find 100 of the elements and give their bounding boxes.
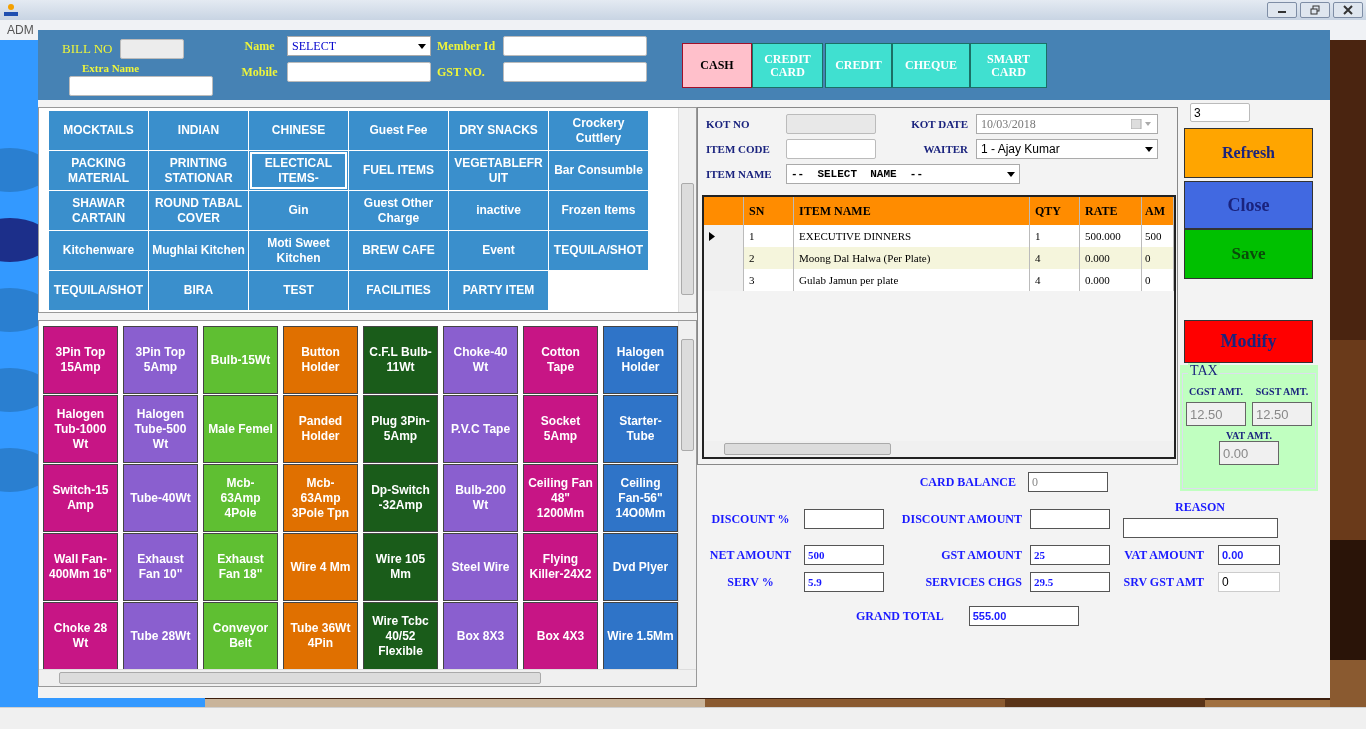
kot-date-label: KOT DATE <box>910 118 969 130</box>
item-tile[interactable]: Starter-Tube <box>603 395 678 463</box>
serv-percent-field[interactable]: 5.9 <box>804 572 884 592</box>
menu-item[interactable]: ADM <box>7 23 34 37</box>
gst-amount-field[interactable]: 25 <box>1030 545 1110 565</box>
item-tile[interactable]: Dvd Plyer <box>603 533 678 601</box>
category-tile[interactable]: Frozen Items <box>549 191 648 230</box>
services-chgs-field[interactable]: 29.5 <box>1030 572 1110 592</box>
item-tile[interactable]: Bulb-200 Wt <box>443 464 518 532</box>
item-tile[interactable]: Wire 4 Mm <box>283 533 358 601</box>
item-name-label: ITEM NAME <box>706 168 773 180</box>
item-tile[interactable]: Button Holder <box>283 326 358 394</box>
waiter-label: WAITER <box>922 143 969 155</box>
item-tile[interactable]: Wire 1.5Mm <box>603 602 678 669</box>
category-tile[interactable]: TEQUILA/SHOT <box>549 231 648 270</box>
item-tile[interactable]: Box 8X3 <box>443 602 518 669</box>
calendar-icon <box>1131 119 1153 129</box>
item-tile[interactable]: Box 4X3 <box>523 602 598 669</box>
discount-amount-label: DISCOUNT AMOUNT <box>900 511 1023 527</box>
services-chgs-label: SERVICES CHGS <box>924 574 1023 590</box>
category-tile[interactable]: FACILITIES <box>349 271 448 310</box>
gst-no-field[interactable] <box>503 62 647 82</box>
item-tile[interactable]: Flying Killer-24X2 <box>523 533 598 601</box>
scrollbar[interactable] <box>39 669 696 686</box>
item-tile[interactable]: Mcb-63Amp 4Pole <box>203 464 278 532</box>
item-tile[interactable]: Socket 5Amp <box>523 395 598 463</box>
item-tile[interactable]: Halogen Holder <box>603 326 678 394</box>
item-tile[interactable]: Dp-Switch -32Amp <box>363 464 438 532</box>
reason-field[interactable] <box>1122 518 1278 538</box>
current-row-icon <box>709 231 715 241</box>
item-tile[interactable]: C.F.L Bulb-11Wt <box>363 326 438 394</box>
item-code-field[interactable] <box>786 139 876 159</box>
category-tile[interactable]: Guest Other Charge <box>349 191 448 230</box>
close-button[interactable]: Close <box>1184 181 1313 229</box>
scrollbar[interactable] <box>678 321 696 669</box>
item-tile[interactable]: Bulb-15Wt <box>203 326 278 394</box>
caret-icon <box>1145 146 1153 152</box>
item-tile[interactable]: Mcb-63Amp 3Pole Tpn <box>283 464 358 532</box>
category-tile[interactable]: VEGETABLEFRUIT <box>449 151 548 190</box>
caret-icon <box>1007 171 1015 177</box>
item-tile[interactable]: Tube 36Wt 4Pin <box>283 602 358 669</box>
save-button[interactable]: Save <box>1184 229 1313 279</box>
vat-label: VAT AMT. <box>1226 430 1272 441</box>
grand-total-label: GRAND TOTAL <box>856 608 944 624</box>
category-tile[interactable]: Guest Fee <box>349 111 448 150</box>
item-tile[interactable]: Exhaust Fan 18" <box>203 533 278 601</box>
category-tile[interactable]: Moti Sweet Kitchen <box>249 231 348 270</box>
item-name-dropdown[interactable]: -- SELECT NAME -- <box>786 164 1020 184</box>
srv-gst-amt-field[interactable]: 0 <box>1218 572 1280 592</box>
mobile-field[interactable] <box>287 62 431 82</box>
category-tile[interactable]: Bar Consumble <box>549 151 648 190</box>
category-tile[interactable]: PARTY ITEM <box>449 271 548 310</box>
item-tile[interactable]: Choke-40 Wt <box>443 326 518 394</box>
category-tile[interactable]: DRY SNACKS <box>449 111 548 150</box>
table-cell: 0 <box>1142 269 1174 291</box>
discount-amount-field[interactable] <box>1030 509 1110 529</box>
kot-date-picker[interactable]: 10/03/2018 <box>976 114 1158 134</box>
scrollbar[interactable] <box>678 108 696 312</box>
item-tile[interactable]: Ceiling Fan-56" 14O0Mm <box>603 464 678 532</box>
close-button[interactable] <box>1333 2 1363 18</box>
category-tile[interactable]: Event <box>449 231 548 270</box>
item-tile[interactable]: Ceiling Fan 48" 1200Mm <box>523 464 598 532</box>
grand-total-field[interactable]: 555.00 <box>968 606 1079 626</box>
category-tile[interactable]: inactive <box>449 191 548 230</box>
item-tile[interactable]: Male Femel <box>203 395 278 463</box>
category-tile[interactable]: FUEL ITEMS <box>349 151 448 190</box>
category-tile[interactable]: ELECTICAL ITEMS- <box>249 151 348 190</box>
item-tile[interactable]: P.V.C Tape <box>443 395 518 463</box>
payment-mode-button[interactable]: CASH <box>682 43 752 88</box>
item-tile[interactable]: Wire Tcbc 40/52 Flexible <box>363 602 438 669</box>
category-tile[interactable]: Gin <box>249 191 348 230</box>
item-tile[interactable]: Plug 3Pin-5Amp <box>363 395 438 463</box>
member-id-label: Member Id <box>437 38 497 54</box>
counter-field[interactable]: 3 <box>1190 103 1250 122</box>
category-tile[interactable]: Crockery Cuttlery <box>549 111 648 150</box>
item-tile[interactable]: Cotton Tape <box>523 326 598 394</box>
discount-percent-field[interactable] <box>804 509 884 529</box>
kot-no-label: KOT NO <box>706 118 751 130</box>
waiter-dropdown[interactable]: 1 - Ajay Kumar <box>976 139 1158 159</box>
card-balance-label: CARD BALANCE <box>919 474 1016 490</box>
row-header-cell[interactable] <box>704 225 744 247</box>
item-tile[interactable]: Steel Wire <box>443 533 518 601</box>
restore-button[interactable] <box>1300 2 1330 18</box>
category-tile[interactable]: BREW CAFE <box>349 231 448 270</box>
minimize-button[interactable] <box>1267 2 1297 18</box>
modify-button[interactable]: Modify <box>1184 320 1313 363</box>
refresh-button[interactable]: Refresh <box>1184 128 1313 178</box>
member-id-field[interactable] <box>503 36 647 56</box>
item-tile[interactable]: Wire 105 Mm <box>363 533 438 601</box>
name-dropdown[interactable]: SELECT <box>287 36 431 56</box>
vat-amount-field[interactable]: 0.00 <box>1218 545 1280 565</box>
category-tile[interactable]: CHINESE <box>249 111 348 150</box>
net-amount-field[interactable]: 500 <box>804 545 884 565</box>
vat-amount-label: VAT AMOUNT <box>1124 547 1205 563</box>
item-tile[interactable]: Conveyor Belt <box>203 602 278 669</box>
category-tile[interactable]: TEST <box>249 271 348 310</box>
item-tile[interactable]: Panded Holder <box>283 395 358 463</box>
srv-gst-amt-label: SRV GST AMT <box>1123 574 1205 590</box>
close-icon <box>1343 5 1353 15</box>
name-label: Name <box>243 38 276 54</box>
